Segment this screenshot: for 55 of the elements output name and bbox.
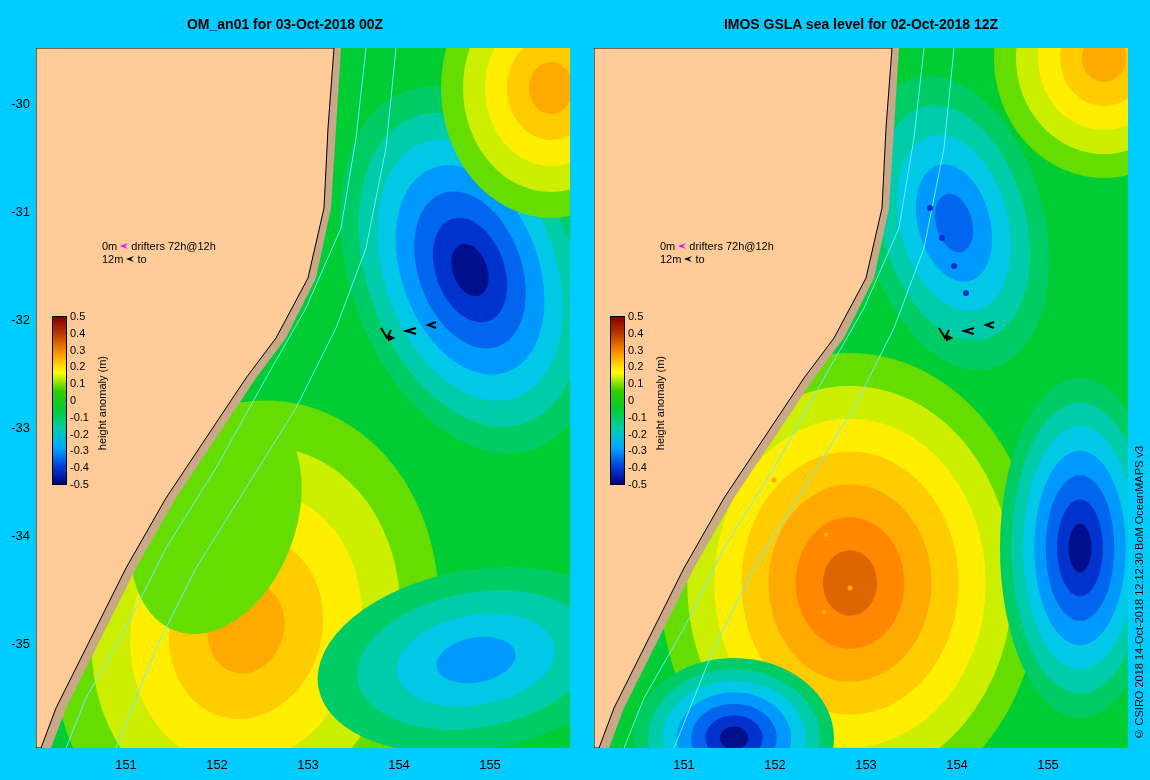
colorbar-label: -0.2 [70, 427, 89, 440]
map-title: OM_an01 for 03-Oct-2018 00Z [186, 16, 384, 32]
depth-label: 12m [660, 253, 682, 265]
longitude-label: 153 [855, 757, 877, 772]
longitude-label: 155 [1037, 757, 1059, 772]
colorbar-label: 0.4 [70, 326, 87, 339]
legend-label: to [137, 253, 147, 265]
latitude-label: -35 [11, 635, 30, 651]
longitude-label: 153 [297, 757, 319, 772]
latitude-label: -33 [11, 419, 30, 435]
colorbar-label: 0.4 [628, 326, 645, 339]
colorbar-label: 0.3 [70, 343, 87, 356]
latitude-label: -34 [11, 527, 30, 543]
colorbar-label: 0.3 [628, 343, 645, 356]
depth-label: 0m [660, 240, 676, 252]
colorbar-label: 0.2 [628, 360, 645, 373]
depth-label: 0m [102, 240, 118, 252]
longitude-label: 152 [206, 757, 228, 772]
latitude-label: -30 [11, 95, 30, 111]
colorbar-label: 0 [70, 394, 78, 406]
colorbar-title: height anomaly (m) [653, 355, 666, 451]
longitude-label: 154 [388, 757, 410, 772]
colorbar-label: -0.5 [628, 477, 647, 490]
latitude-label: -31 [11, 203, 30, 219]
colorbar-label: 0 [628, 394, 636, 406]
legend-label: to [695, 253, 705, 265]
colorbar-label: -0.4 [70, 461, 89, 474]
colorbar-label: -0.4 [628, 461, 647, 474]
drifter-arrow-icon [125, 255, 136, 263]
longitude-label: 151 [673, 757, 695, 772]
latitude-label: -32 [11, 311, 30, 327]
colorbar-label: 0.1 [70, 377, 87, 390]
drifter-arrow-icon [677, 242, 688, 250]
drifter-arrow-icon [119, 242, 130, 250]
credit-text: © CSIRO 2018 14-Oct-2018 12:12:30 BoM OceanMAPS v3 [1133, 445, 1145, 740]
longitude-label: 151 [115, 757, 137, 772]
colorbar-label: 0.5 [628, 310, 645, 322]
legend-label: drifters 72h@12h [131, 240, 216, 252]
colorbar-label: -0.5 [70, 477, 89, 490]
colorbar-label: 0.1 [628, 377, 645, 390]
longitude-label: 155 [479, 757, 501, 772]
longitude-label: 152 [764, 757, 786, 772]
legend-label: drifters 72h@12h [689, 240, 774, 252]
colorbar-label: 0.5 [70, 310, 87, 322]
colorbar-label: -0.1 [70, 410, 89, 423]
colorbar-label: 0.2 [70, 360, 87, 373]
colorbar-label: -0.1 [628, 410, 647, 423]
longitude-label: 154 [946, 757, 968, 772]
depth-label: 12m [102, 253, 124, 265]
colorbar-title: height anomaly (m) [95, 355, 108, 451]
colorbar-label: -0.3 [70, 444, 89, 457]
map-title: IMOS GSLA sea level for 02-Oct-2018 12Z [723, 16, 999, 32]
drifter-arrow-icon [683, 255, 694, 263]
colorbar-label: -0.3 [628, 444, 647, 457]
colorbar-label: -0.2 [628, 427, 647, 440]
